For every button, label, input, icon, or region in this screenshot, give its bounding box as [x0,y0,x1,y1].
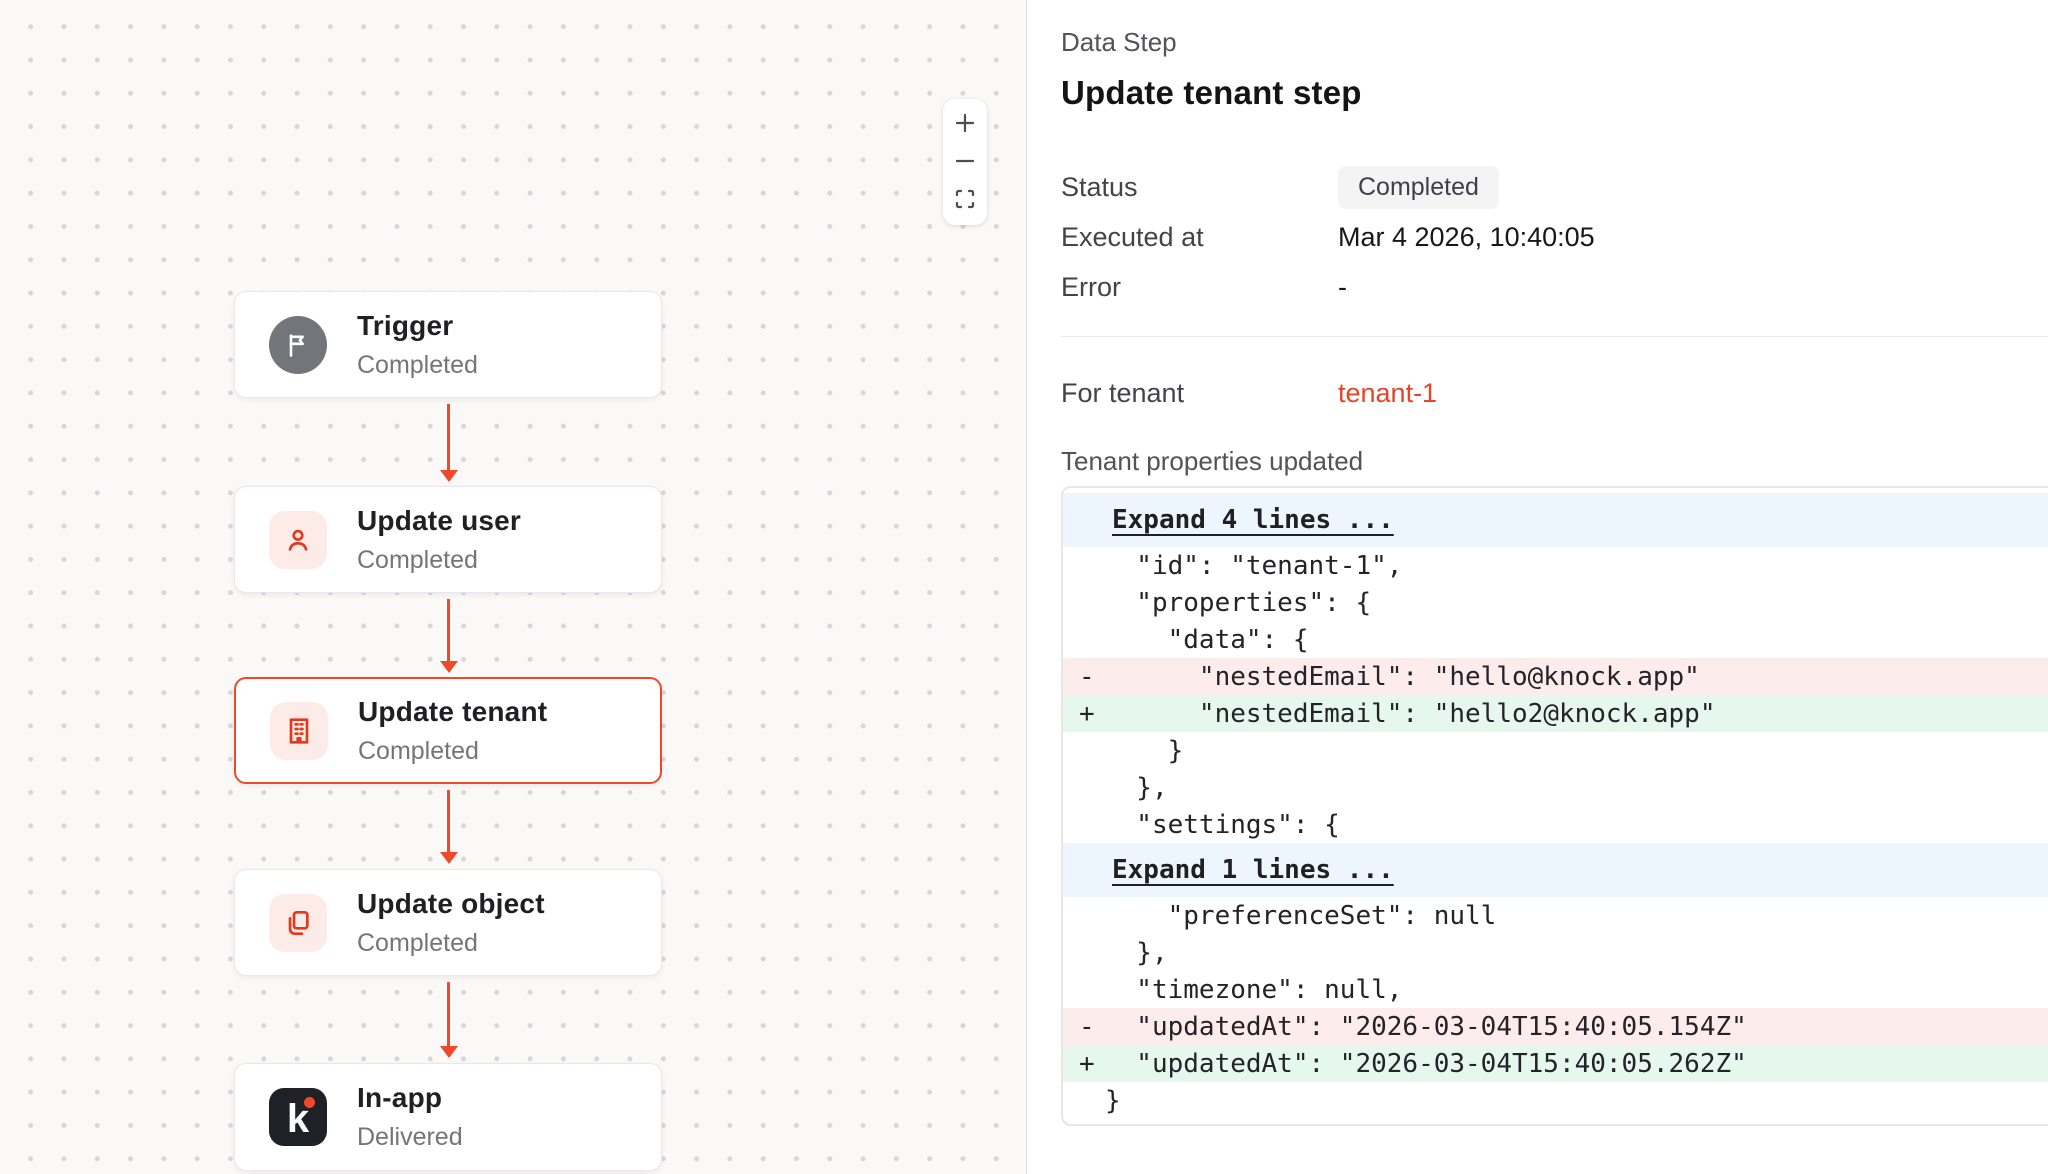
flow-arrow [447,599,450,663]
meta-row-error: Error - [1061,262,2048,312]
executed-at-label: Executed at [1061,222,1338,253]
node-update-tenant[interactable]: Update tenant Completed [234,677,662,784]
diff-line: } [1063,1082,2048,1119]
workflow-canvas[interactable]: Trigger Completed Update user Completed … [0,0,1026,1174]
expand-lines-row: Expand 4 lines ... [1063,493,2048,547]
status-label: Status [1061,172,1338,203]
node-trigger[interactable]: Trigger Completed [234,291,662,398]
node-title: Update user [357,505,521,537]
diff-code: "id": "tenant-1", [1105,551,1402,581]
knock-logo: k [269,1088,327,1146]
meta-row-executed-at: Executed at Mar 4 2026, 10:40:05 [1061,212,2048,262]
tenant-link[interactable]: tenant-1 [1338,378,1437,409]
step-type-label: Data Step [1061,27,2048,58]
canvas-zoom-toolbar [943,99,987,225]
building-icon [270,702,328,760]
diff-code: "updatedAt": "2026-03-04T15:40:05.262Z" [1105,1049,1747,1079]
node-title: In-app [357,1082,463,1114]
fit-view-button[interactable] [945,181,985,219]
node-title: Trigger [357,310,478,342]
diff-code: } [1105,1086,1121,1116]
node-title: Update tenant [358,696,547,728]
error-value: - [1338,272,1347,303]
plus-icon [953,111,977,138]
diff-line-removed: - "nestedEmail": "hello@knock.app" [1063,658,2048,695]
node-status: Delivered [357,1123,463,1152]
executed-at-value: Mar 4 2026, 10:40:05 [1338,222,1595,253]
diff-line: "timezone": null, [1063,971,2048,1008]
diff-code: }, [1105,938,1168,968]
diff-code: } [1105,736,1183,766]
error-label: Error [1061,272,1338,303]
diff-code: "nestedEmail": "hello2@knock.app" [1105,699,1715,729]
expand-lines-link[interactable]: Expand 4 lines ... [1112,505,1394,535]
node-status: Completed [357,351,478,380]
zoom-out-button[interactable] [945,143,985,181]
diff-line: "data": { [1063,621,2048,658]
zoom-in-button[interactable] [945,105,985,143]
node-title: Update object [357,888,545,920]
status-badge: Completed [1338,166,1499,209]
step-meta: Status Completed Executed at Mar 4 2026,… [1061,162,2048,312]
expand-lines-row: Expand 1 lines ... [1063,843,2048,897]
diff-line: }, [1063,934,2048,971]
for-tenant-label: For tenant [1061,378,1338,409]
diff-code: "settings": { [1105,810,1340,840]
flag-icon [269,316,327,374]
node-update-object[interactable]: Update object Completed [234,869,662,976]
node-status: Completed [357,929,545,958]
diff-marker: + [1063,699,1105,729]
diff-line-added: + "nestedEmail": "hello2@knock.app" [1063,695,2048,732]
diff-code: }, [1105,773,1168,803]
node-update-user[interactable]: Update user Completed [234,486,662,593]
diff-line: "properties": { [1063,584,2048,621]
diff-line: } [1063,732,2048,769]
diff-line-removed: - "updatedAt": "2026-03-04T15:40:05.154Z… [1063,1008,2048,1045]
flow-arrow [447,790,450,854]
diff-code: "properties": { [1105,588,1371,618]
copy-icon [269,894,327,952]
diff-marker: - [1063,1012,1105,1042]
node-status: Completed [357,546,521,575]
node-in-app[interactable]: k In-app Delivered [234,1063,662,1171]
diff-code: "preferenceSet": null [1105,901,1496,931]
diff-marker: - [1063,662,1105,692]
fit-view-icon [953,187,977,214]
diff-code: "updatedAt": "2026-03-04T15:40:05.154Z" [1105,1012,1747,1042]
tenant-properties-diff: Expand 4 lines ... "id": "tenant-1", "pr… [1061,486,2048,1126]
flow-arrow [447,404,450,472]
diff-code: "nestedEmail": "hello@knock.app" [1105,662,1700,692]
diff-section-title: Tenant properties updated [1061,446,2048,477]
diff-line: }, [1063,769,2048,806]
user-icon [269,511,327,569]
step-detail-panel: Data Step Update tenant step Status Comp… [1026,0,2048,1174]
diff-code: "timezone": null, [1105,975,1402,1005]
diff-line: "preferenceSet": null [1063,897,2048,934]
knock-logo-dot [304,1097,315,1108]
diff-code: "data": { [1105,625,1309,655]
diff-marker: + [1063,1049,1105,1079]
node-status: Completed [358,737,547,766]
diff-line-added: + "updatedAt": "2026-03-04T15:40:05.262Z… [1063,1045,2048,1082]
expand-lines-link[interactable]: Expand 1 lines ... [1112,855,1394,885]
for-tenant-row: For tenant tenant-1 [1061,368,2048,418]
flow-arrow [447,982,450,1048]
diff-line: "settings": { [1063,806,2048,843]
meta-row-status: Status Completed [1061,162,2048,212]
page-title: Update tenant step [1061,74,2048,112]
diff-line: "id": "tenant-1", [1063,547,2048,584]
minus-icon [953,149,977,176]
section-divider [1061,336,2048,337]
